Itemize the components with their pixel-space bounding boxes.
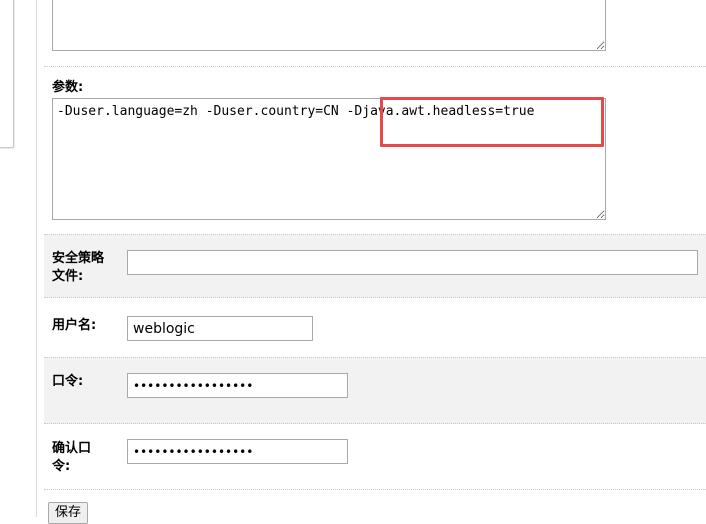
confirm-label-line2: 令: bbox=[52, 459, 71, 474]
policy-file-input[interactable] bbox=[127, 250, 698, 275]
left-divider bbox=[36, 0, 37, 517]
policy-label: 安全策略 文件: bbox=[52, 250, 104, 286]
username-label: 用户名: bbox=[52, 318, 97, 333]
save-row bbox=[44, 489, 706, 518]
username-input[interactable] bbox=[127, 316, 313, 341]
args-textarea[interactable]: -Duser.language=zh -Duser.country=CN -Dj… bbox=[52, 98, 606, 220]
password-input[interactable] bbox=[127, 373, 348, 398]
args-label: 参数: bbox=[52, 80, 84, 95]
password-label: 口令: bbox=[52, 374, 84, 389]
previous-textarea[interactable] bbox=[52, 0, 606, 51]
confirm-password-input[interactable] bbox=[127, 439, 348, 464]
policy-label-line1: 安全策略 bbox=[52, 251, 105, 266]
policy-label-line2: 文件: bbox=[52, 269, 84, 284]
left-panel-fragment bbox=[0, 0, 14, 148]
confirm-label: 确认口 令: bbox=[52, 440, 91, 476]
confirm-label-line1: 确认口 bbox=[52, 441, 92, 456]
save-button[interactable]: 保存 bbox=[48, 502, 89, 524]
